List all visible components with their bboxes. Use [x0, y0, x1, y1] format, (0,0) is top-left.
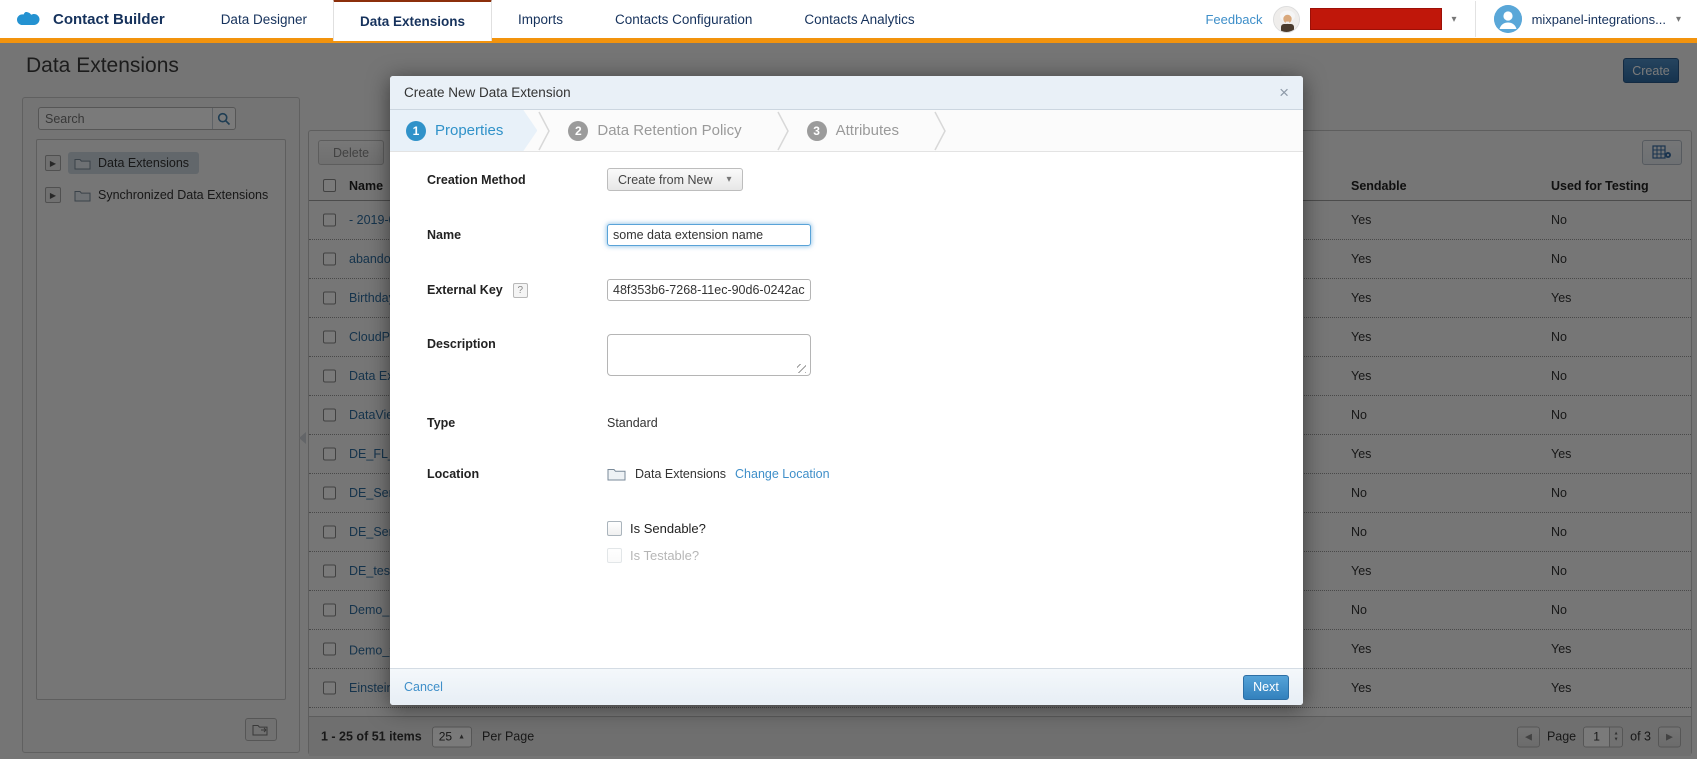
is-testable-row: Is Testable? [427, 548, 1303, 563]
is-sendable-row: Is Sendable? [427, 521, 1303, 536]
description-label: Description [427, 337, 607, 351]
creation-method-label: Creation Method [427, 173, 607, 187]
next-button[interactable]: Next [1243, 675, 1289, 700]
nav-tabs: Data Designer Data Extensions Imports Co… [195, 0, 941, 41]
external-key-input[interactable] [607, 279, 811, 301]
tab-contacts-analytics[interactable]: Contacts Analytics [778, 0, 940, 41]
modal-header: Create New Data Extension × [390, 76, 1303, 110]
creation-method-row: Creation Method Create from New ▾ [427, 168, 1303, 191]
is-sendable-checkbox[interactable] [607, 521, 622, 536]
type-value: Standard [607, 416, 658, 430]
external-key-label: External Key [427, 283, 503, 297]
name-label: Name [427, 228, 607, 242]
name-row: Name [427, 224, 1303, 246]
is-sendable-label: Is Sendable? [630, 521, 706, 536]
type-row: Type Standard [427, 416, 1303, 430]
is-testable-checkbox [607, 548, 622, 563]
einstein-avatar[interactable] [1273, 6, 1300, 33]
feedback-link[interactable]: Feedback [1205, 12, 1262, 27]
chevron-down-icon[interactable]: ▾ [1676, 14, 1681, 25]
top-nav: Contact Builder Data Designer Data Exten… [0, 0, 1697, 43]
location-value: Data Extensions [635, 467, 726, 481]
salesforce-cloud-icon [14, 9, 44, 29]
chevron-separator-icon [537, 110, 552, 152]
tab-contacts-configuration[interactable]: Contacts Configuration [589, 0, 778, 41]
modal-footer: Cancel Next [390, 668, 1303, 705]
external-key-row: External Key ? [427, 279, 1303, 301]
nav-divider [1475, 1, 1476, 37]
tab-data-designer[interactable]: Data Designer [195, 0, 333, 41]
change-location-link[interactable]: Change Location [735, 467, 830, 481]
wizard-steps: 1 Properties 2 Data Retention Policy 3 A… [390, 110, 1303, 152]
app-brand: Contact Builder [0, 9, 195, 29]
cancel-link[interactable]: Cancel [404, 680, 443, 694]
location-label: Location [427, 467, 607, 481]
tab-imports[interactable]: Imports [492, 0, 589, 41]
name-input[interactable] [607, 224, 811, 246]
description-row: Description [427, 334, 1303, 376]
step-properties[interactable]: 1 Properties [390, 110, 537, 151]
folder-icon [607, 467, 626, 481]
is-testable-label: Is Testable? [630, 548, 699, 563]
step-data-retention-policy[interactable]: 2 Data Retention Policy [552, 110, 775, 151]
user-avatar[interactable] [1494, 5, 1522, 33]
app-title: Contact Builder [53, 11, 165, 28]
help-icon[interactable]: ? [513, 283, 528, 298]
redacted-account-box [1310, 8, 1442, 30]
modal-body: Creation Method Create from New ▾ Name E… [390, 152, 1303, 563]
type-label: Type [427, 416, 607, 430]
chevron-separator-icon [933, 110, 948, 152]
chevron-down-icon: ▾ [726, 174, 731, 185]
description-textarea[interactable] [607, 334, 811, 376]
close-icon[interactable]: × [1279, 84, 1289, 101]
tab-data-extensions[interactable]: Data Extensions [333, 0, 492, 41]
modal-title: Create New Data Extension [404, 85, 571, 100]
location-row: Location Data Extensions Change Location [427, 467, 1303, 481]
chevron-down-icon[interactable]: ▾ [1452, 14, 1457, 25]
account-name[interactable]: mixpanel-integrations... [1532, 12, 1666, 27]
creation-method-select[interactable]: Create from New ▾ [607, 168, 743, 191]
create-data-extension-modal: Create New Data Extension × 1 Properties… [390, 76, 1303, 705]
chevron-separator-icon [776, 110, 791, 152]
step-attributes[interactable]: 3 Attributes [791, 110, 933, 151]
